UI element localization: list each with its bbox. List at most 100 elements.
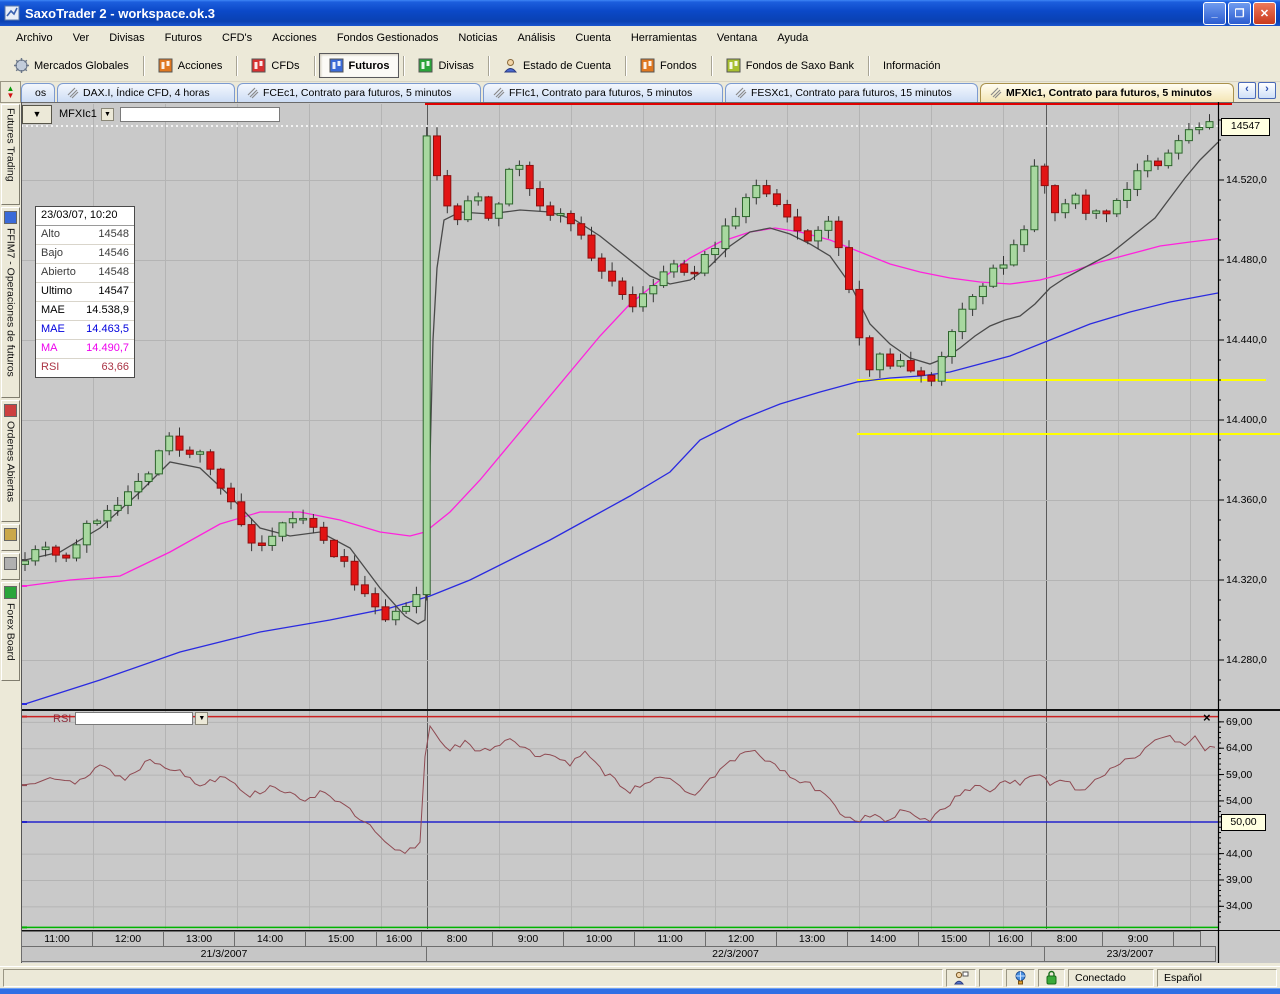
forex-icon (418, 58, 433, 73)
menu-ventana[interactable]: Ventana (707, 29, 767, 47)
toolbar-label: CFDs (271, 60, 299, 72)
sidebar-item-futures-trading[interactable]: Futures Trading (1, 104, 20, 205)
sidebar-item-ffim7-operaciones-de-futuros[interactable]: FFIM7 - Operaciones de futuros (1, 207, 20, 398)
menu-noticias[interactable]: Noticias (448, 29, 507, 47)
sidebar-module-icon (4, 404, 17, 417)
menu-herramientas[interactable]: Herramientas (621, 29, 707, 47)
toolbar-informaci-n[interactable]: Información (873, 55, 950, 77)
toolbar-fondos-de-saxo-bank[interactable]: Fondos de Saxo Bank (716, 53, 864, 78)
cfd-icon (251, 58, 266, 73)
chart-tab-bar: os DAX.I, Índice CFD, 4 horas FCEc1, Contr… (21, 81, 1280, 102)
hour-cell: 9:00 (492, 931, 564, 947)
hour-cell: 10:00 (563, 931, 635, 947)
candle-body (1124, 189, 1131, 200)
sidebar-item-ordenes-abiertas[interactable]: Ordenes Abiertas (1, 400, 20, 522)
instrument-combo-button[interactable]: ▼ (22, 105, 52, 124)
rsi-dropdown-icon[interactable]: ▼ (195, 712, 208, 725)
candle-body (887, 354, 894, 366)
candle-body (578, 224, 585, 235)
hour-cell: 12:00 (705, 931, 777, 947)
toolbar-mercados-globales[interactable]: Mercados Globales (4, 53, 139, 78)
menu-cuenta[interactable]: Cuenta (565, 29, 620, 47)
candle-body (979, 286, 986, 296)
menu-acciones[interactable]: Acciones (262, 29, 327, 47)
level-start-marker (22, 784, 27, 786)
sidebar-item-x[interactable] (1, 553, 20, 580)
price-axis-label: 14.320,0 (1226, 574, 1267, 586)
candle-body (32, 550, 39, 561)
tooltip-row-label: Abierto (41, 266, 76, 280)
toolbar-estado-de-cuenta[interactable]: Estado de Cuenta (493, 53, 621, 78)
hour-cell: 12:00 (92, 931, 164, 947)
candle-body (670, 264, 677, 272)
candle-body (990, 268, 997, 286)
candle-body (506, 169, 513, 204)
candle-body (835, 221, 842, 247)
symbol-input[interactable] (120, 107, 280, 122)
tooltip-row-value: 63,66 (101, 361, 129, 375)
restore-button[interactable]: ❐ (1228, 2, 1251, 25)
menu-archivo[interactable]: Archivo (6, 29, 63, 47)
sidebar-item-x[interactable] (1, 524, 20, 551)
candle-body (1206, 122, 1213, 128)
candle-body (1144, 161, 1151, 171)
symbol-dropdown-icon[interactable]: ▼ (101, 108, 114, 121)
saxo-funds-icon (726, 58, 741, 73)
candle-body (258, 543, 265, 545)
menu-ayuda[interactable]: Ayuda (767, 29, 818, 47)
tooltip-row-label: MAE (41, 304, 65, 318)
tab-fesxc1[interactable]: FESXc1, Contrato para futuros, 15 minuto… (725, 83, 978, 102)
close-button[interactable]: ✕ (1253, 2, 1276, 25)
candle-body (1041, 166, 1048, 185)
candle-body (22, 561, 29, 565)
chart-pen-icon (247, 87, 259, 99)
tab-fcec1[interactable]: FCEc1, Contrato para futuros, 5 minutos (237, 83, 481, 102)
sidebar-sort-button[interactable]: ▲ ▼ (0, 81, 21, 103)
status-empty-cell (979, 969, 1003, 987)
minimize-button[interactable]: _ (1203, 2, 1226, 25)
candle-body (464, 201, 471, 220)
candle-body (135, 481, 142, 491)
instrument-symbol: MFXIc1 (59, 108, 97, 120)
menu-ver[interactable]: Ver (63, 29, 100, 47)
hour-cell: 8:00 (421, 931, 493, 947)
menu-an-lisis[interactable]: Análisis (507, 29, 565, 47)
toolbar-label: Acciones (178, 60, 223, 72)
tooltip-row-mae: MAE14.463,5 (36, 321, 134, 340)
sidebar-item-forex-board[interactable]: Forex Board (1, 582, 20, 681)
rsi-input[interactable] (75, 712, 193, 725)
candle-body (495, 204, 502, 218)
candle-body (1031, 166, 1038, 230)
tooltip-row-label: MAE (41, 323, 65, 337)
toolbar-futuros[interactable]: Futuros (319, 53, 400, 78)
candle-body (1052, 186, 1059, 213)
tab-scroll-left-button[interactable]: ‹ (1238, 82, 1256, 99)
candle-body (423, 136, 430, 595)
menu-futuros[interactable]: Futuros (155, 29, 212, 47)
app-icon (4, 5, 20, 21)
tab-ffic1[interactable]: FFIc1, Contrato para futuros, 5 minutos (483, 83, 723, 102)
rsi-close-icon[interactable]: × (1203, 711, 1211, 724)
tab-dax-i[interactable]: DAX.I, Índice CFD, 4 horas (57, 83, 235, 102)
tab-os[interactable]: os (21, 83, 55, 102)
menu-fondos-gestionados[interactable]: Fondos Gestionados (327, 29, 449, 47)
status-language: Español (1157, 969, 1277, 987)
menu-cfd-s[interactable]: CFD's (212, 29, 262, 47)
menu-divisas[interactable]: Divisas (99, 29, 154, 47)
toolbar-label: Fondos de Saxo Bank (746, 60, 854, 72)
candle-body (310, 518, 317, 527)
toolbar-fondos[interactable]: Fondos (630, 53, 707, 78)
toolbar-acciones[interactable]: Acciones (148, 53, 233, 78)
toolbar-cfds[interactable]: CFDs (241, 53, 309, 78)
tab-label: DAX.I, Índice CFD, 4 horas (83, 87, 210, 99)
level-start-marker (22, 559, 27, 561)
candle-body (166, 436, 173, 451)
price-chart[interactable] (0, 0, 1280, 994)
tab-scroll-right-button[interactable]: › (1258, 82, 1276, 99)
ohlc-tooltip: 23/03/07, 10:20 Alto14548Bajo14546Abiert… (35, 206, 135, 378)
candle-body (918, 371, 925, 375)
tab-mfxic1[interactable]: MFXIc1, Contrato para futuros, 5 minutos (980, 83, 1234, 102)
toolbar-separator (868, 56, 869, 76)
toolbar-divisas[interactable]: Divisas (408, 53, 483, 78)
sidebar-item-label: Futures Trading (5, 108, 17, 182)
